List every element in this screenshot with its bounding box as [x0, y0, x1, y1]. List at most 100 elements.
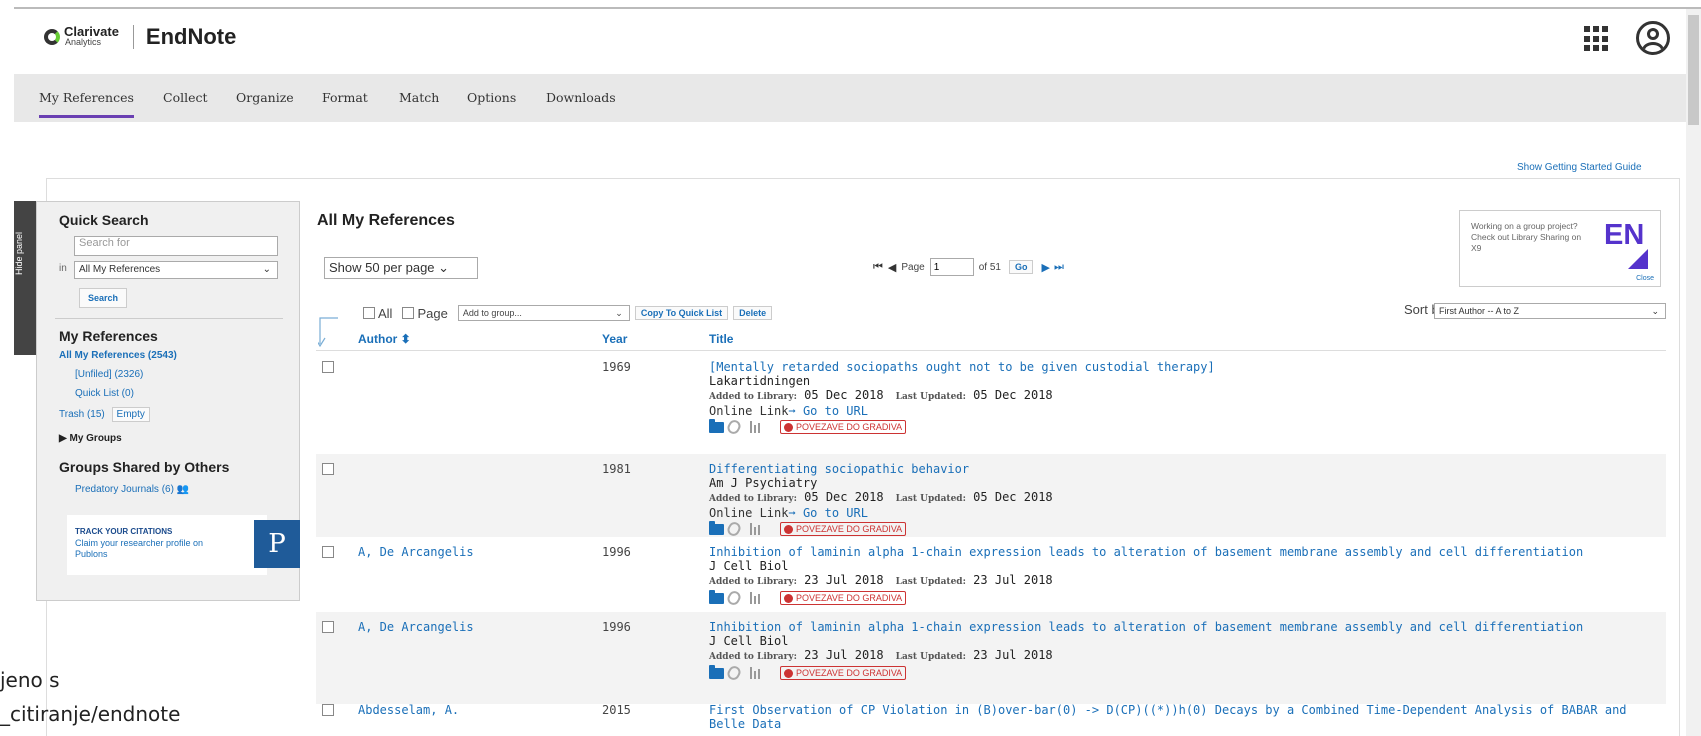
groups-shared-title: Groups Shared by Others	[59, 459, 230, 475]
go-button[interactable]: Go	[1008, 260, 1034, 274]
folder-icon[interactable]	[709, 589, 724, 604]
page-number-input[interactable]	[929, 258, 974, 276]
my-groups-toggle[interactable]: ▶ My Groups	[59, 433, 122, 444]
table-header-divider	[316, 350, 1666, 351]
empty-trash-button[interactable]: Empty	[111, 407, 150, 422]
gradiva-badge[interactable]: POVEZAVE DO GRADIVA	[780, 420, 907, 434]
search-scope-value: All My References	[79, 264, 161, 275]
nav-organize[interactable]: Organize	[236, 90, 294, 105]
column-year[interactable]: Year	[602, 332, 627, 346]
row-added-date: 23 Jul 2018	[804, 648, 884, 662]
apps-grid-icon[interactable]	[1584, 26, 1610, 52]
row-author[interactable]: A, De Arcangelis	[358, 620, 474, 634]
paperclip-icon[interactable]	[725, 588, 743, 608]
select-all-checkbox[interactable]	[363, 307, 375, 319]
go-to-url-link[interactable]: Go to URL	[803, 506, 868, 520]
nav-my-references[interactable]: My References	[39, 90, 134, 118]
bar-chart-icon[interactable]	[750, 667, 764, 679]
per-page-select[interactable]: Show 50 per page ⌄	[324, 257, 478, 279]
quick-list-link[interactable]: Quick List (0)	[75, 388, 134, 399]
unfiled-link[interactable]: [Unfiled] (2326)	[75, 369, 143, 380]
gradiva-label: POVEZAVE DO GRADIVA	[796, 668, 903, 678]
folder-icon[interactable]	[709, 520, 724, 535]
logo-line1: Clarivate	[64, 24, 119, 39]
paperclip-icon[interactable]	[725, 417, 743, 437]
sort-value: First Author -- A to Z	[1439, 306, 1520, 316]
column-author[interactable]: Author ⬍	[358, 332, 411, 346]
nav-collect[interactable]: Collect	[163, 90, 208, 105]
row-title[interactable]: Inhibition of laminin alpha 1-chain expr…	[709, 620, 1659, 634]
search-scope-select[interactable]: All My References ⌄	[74, 261, 278, 279]
gradiva-icon	[784, 422, 793, 432]
row-title[interactable]: Inhibition of laminin alpha 1-chain expr…	[709, 545, 1659, 559]
row-title-text: First Observation of CP Violation in (B)…	[709, 703, 1627, 717]
table-row: A, De Arcangelis 1996 Inhibition of lami…	[316, 612, 1666, 704]
next-page-icon[interactable]: ▶	[1041, 261, 1049, 274]
left-panel: Quick Search Search for in All My Refere…	[36, 201, 300, 601]
bar-chart-icon[interactable]	[750, 421, 764, 433]
page-label: Page	[901, 261, 925, 273]
reference-toolbar: All Page Add to group... ⌄ Copy To Quick…	[363, 305, 773, 321]
row-updated-date: 05 Dec 2018	[973, 388, 1053, 402]
go-to-url-link[interactable]: Go to URL	[803, 404, 868, 418]
row-author[interactable]: Abdesselam, A.	[358, 703, 459, 717]
publons-banner[interactable]: TRACK YOUR CITATIONS Claim your research…	[67, 515, 267, 575]
table-row: Abdesselam, A. 2015 First Observation of…	[316, 695, 1666, 736]
sort-select[interactable]: First Author -- A to Z ⌄	[1434, 303, 1666, 319]
added-label: Added to Library:	[709, 577, 797, 587]
add-to-group-select[interactable]: Add to group... ⌄	[457, 305, 630, 321]
row-title[interactable]: [Mentally retarded sociopaths ought not …	[709, 360, 1659, 374]
clarivate-logo[interactable]: Clarivate Analytics EndNote	[44, 24, 236, 50]
folder-icon[interactable]	[709, 418, 724, 433]
bar-chart-icon[interactable]	[750, 592, 764, 604]
user-account-icon[interactable]	[1636, 21, 1670, 55]
nav-options[interactable]: Options	[467, 90, 516, 105]
promo-close-link[interactable]: Close	[1636, 275, 1654, 282]
row-author[interactable]: A, De Arcangelis	[358, 545, 474, 559]
column-title[interactable]: Title	[709, 332, 733, 346]
shared-users-icon: 👥	[176, 484, 190, 495]
row-checkbox[interactable]	[322, 621, 334, 633]
first-page-icon[interactable]: ⏮	[873, 261, 883, 274]
promo-text: Working on a group project? Check out Li…	[1471, 221, 1582, 253]
nav-format[interactable]: Format	[322, 90, 368, 105]
predatory-journals-link[interactable]: Predatory Journals (6) 👥	[75, 484, 189, 495]
scrollbar-thumb[interactable]	[1688, 15, 1699, 125]
all-references-link[interactable]: All My References (2543)	[59, 350, 177, 361]
paperclip-icon[interactable]	[725, 519, 743, 539]
row-checkbox[interactable]	[322, 463, 334, 475]
folder-icon[interactable]	[709, 664, 724, 679]
select-page-label: Page	[417, 305, 448, 321]
getting-started-link[interactable]: Show Getting Started Guide	[1517, 162, 1642, 173]
chevron-down-icon: ⌄	[615, 308, 623, 318]
row-checkbox[interactable]	[322, 704, 334, 716]
select-page-checkbox[interactable]	[402, 307, 415, 319]
watermark-line2: _citiranje/endnote	[0, 702, 181, 726]
nav-match[interactable]: Match	[399, 90, 439, 105]
last-page-icon[interactable]: ⏭	[1054, 261, 1064, 274]
nav-downloads[interactable]: Downloads	[546, 90, 616, 105]
paperclip-icon[interactable]	[725, 663, 743, 683]
delete-button[interactable]: Delete	[733, 306, 773, 320]
row-checkbox[interactable]	[322, 546, 334, 558]
hide-panel-tab[interactable]: Hide panel	[14, 201, 36, 355]
row-title[interactable]: Differentiating sociopathic behavior	[709, 462, 1659, 476]
search-button[interactable]: Search	[79, 288, 128, 308]
row-updated-date: 23 Jul 2018	[973, 573, 1053, 587]
gradiva-badge[interactable]: POVEZAVE DO GRADIVA	[780, 666, 907, 680]
page-scrollbar[interactable]	[1686, 9, 1701, 736]
row-title[interactable]: First Observation of CP Violation in (B)…	[709, 703, 1659, 731]
logo-divider	[132, 25, 134, 49]
clarivate-logo-icon	[44, 29, 60, 45]
quick-search-input[interactable]: Search for	[74, 236, 278, 256]
library-sharing-promo[interactable]: Working on a group project? Check out Li…	[1459, 210, 1661, 287]
trash-link[interactable]: Trash (15)	[59, 409, 105, 420]
row-added-date: 05 Dec 2018	[804, 490, 884, 504]
row-checkbox[interactable]	[322, 361, 334, 373]
row-added-date: 23 Jul 2018	[804, 573, 884, 587]
prev-page-icon[interactable]: ◀	[888, 261, 896, 274]
gradiva-badge[interactable]: POVEZAVE DO GRADIVA	[780, 591, 907, 605]
bar-chart-icon[interactable]	[750, 523, 764, 535]
copy-to-quick-list-button[interactable]: Copy To Quick List	[634, 306, 729, 320]
gradiva-badge[interactable]: POVEZAVE DO GRADIVA	[780, 522, 907, 536]
